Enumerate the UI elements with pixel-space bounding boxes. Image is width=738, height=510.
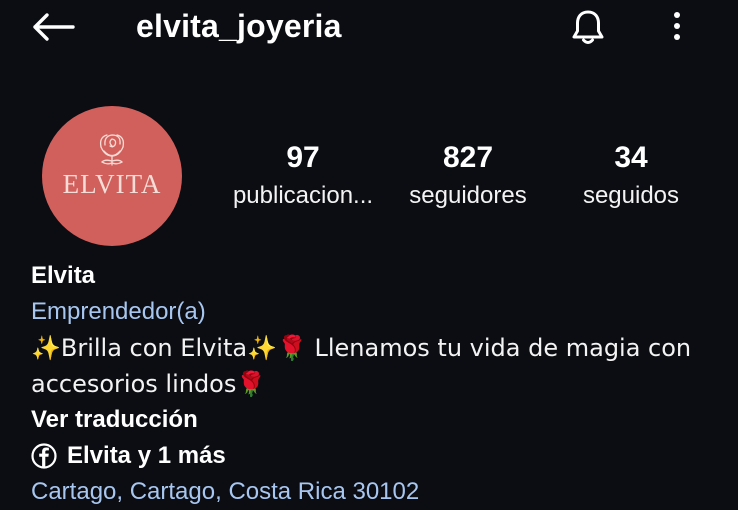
profile-bio: Elvita Emprendedor(a) ✨Brilla con Elvita… [31, 258, 721, 510]
following-count: 34 [614, 141, 648, 174]
see-translation-link[interactable]: Ver traducción [31, 402, 721, 438]
notifications-button[interactable] [566, 6, 610, 48]
back-button[interactable] [30, 10, 76, 44]
top-bar: elvita_joyeria [0, 0, 738, 56]
following-label: seguidos [582, 182, 680, 209]
facebook-link-label: Elvita y 1 más [67, 442, 226, 469]
profile-category[interactable]: Emprendedor(a) [31, 294, 721, 330]
back-arrow-icon [33, 13, 75, 41]
followers-count: 827 [442, 141, 494, 174]
profile-avatar[interactable]: ELVITA [42, 106, 182, 246]
followers-label: seguidores [409, 182, 527, 209]
bell-icon [572, 10, 604, 44]
more-vertical-icon [674, 12, 680, 40]
facebook-link[interactable]: Elvita y 1 más [31, 438, 721, 474]
profile-location[interactable]: Cartago, Cartago, Costa Rica 30102 [31, 474, 721, 510]
bio-description-line-2: accesorios lindos🌹 [31, 370, 267, 398]
posts-stat[interactable]: 97 publicacion... [226, 140, 380, 212]
profile-username: elvita_joyeria [136, 8, 342, 44]
avatar-brand-text: ELVITA [62, 169, 162, 199]
profile-display-name: Elvita [31, 262, 96, 289]
rose-icon [99, 134, 125, 166]
facebook-icon [31, 443, 57, 469]
following-stat[interactable]: 34 seguidos [572, 140, 690, 212]
more-options-button[interactable] [662, 6, 692, 46]
followers-stat[interactable]: 827 seguidores [400, 140, 536, 212]
bio-description-line-1: ✨Brilla con Elvita✨🌹 Llenamos tu vida de… [31, 334, 692, 362]
posts-label: publicacion... [232, 182, 374, 209]
posts-count: 97 [286, 141, 320, 174]
